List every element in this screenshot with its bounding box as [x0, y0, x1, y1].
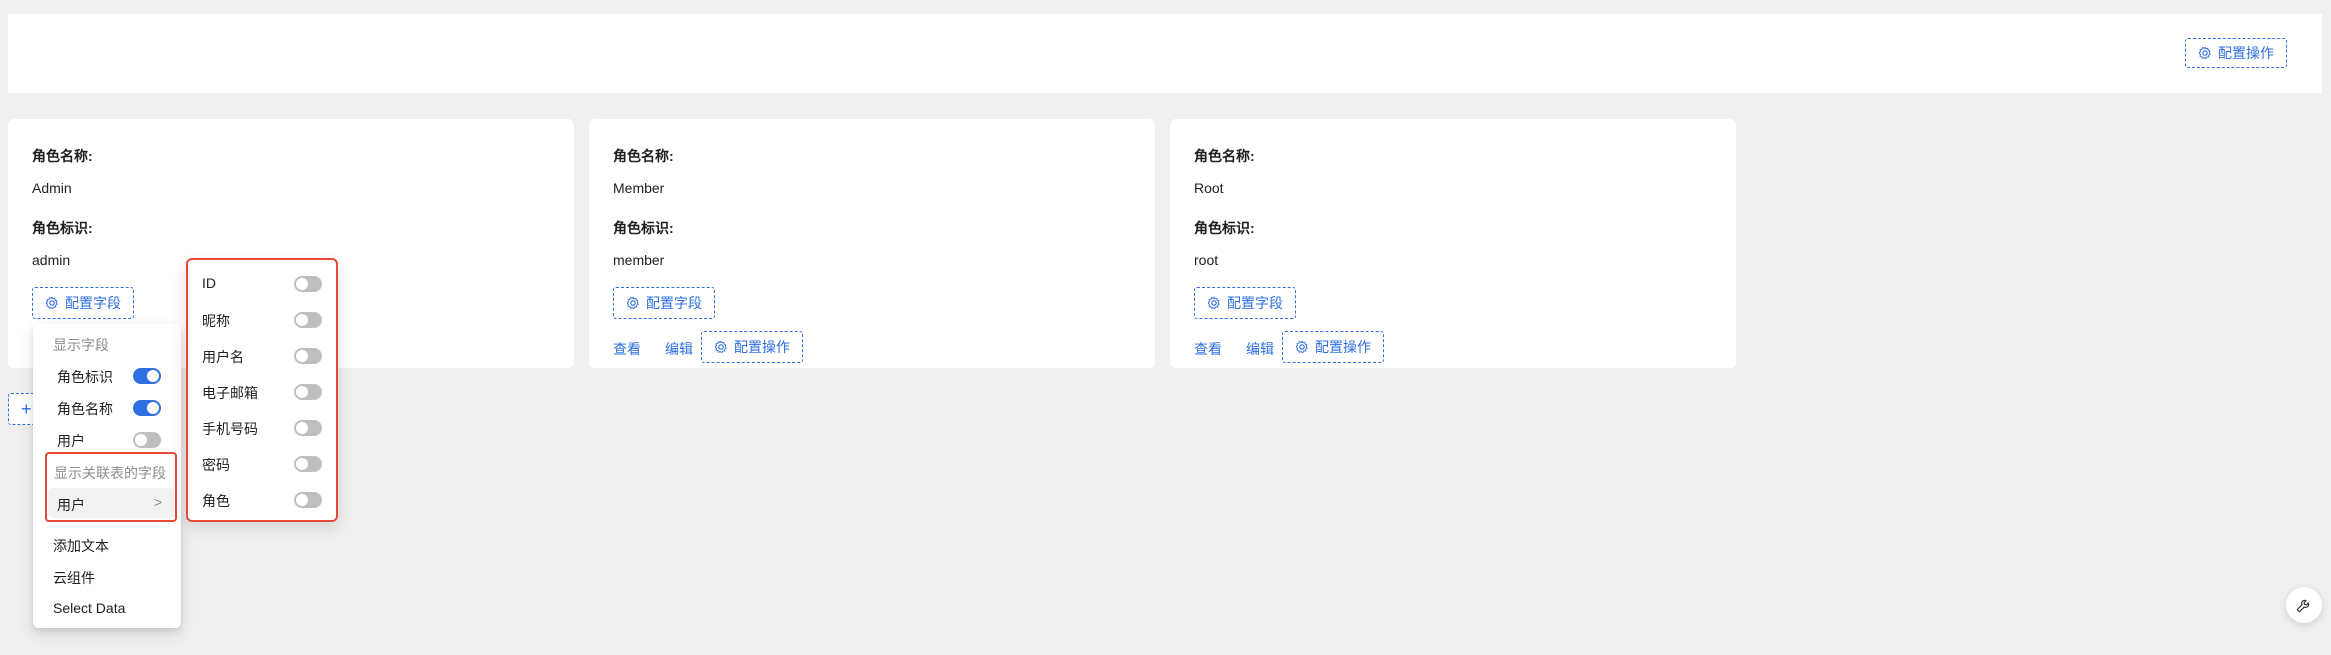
- role-id-value: root: [1194, 252, 1219, 268]
- related-user-fields-submenu: ID 昵称 用户名 电子邮箱 手机号码 密码 角色: [186, 258, 338, 522]
- wrench-icon: [2296, 599, 2310, 613]
- submenu-item-id[interactable]: ID: [202, 275, 216, 291]
- config-fields-label: 配置字段: [646, 295, 702, 311]
- related-fields-group-title: 显示关联表的字段: [54, 465, 166, 481]
- cloud-component-item[interactable]: 云组件: [53, 568, 95, 588]
- gear-icon: [45, 296, 58, 310]
- role-id-label: 角色标识:: [613, 220, 674, 236]
- submenu-item-roles[interactable]: 角色: [202, 491, 230, 511]
- related-item-label: 用户: [57, 497, 85, 513]
- role-name-value: Root: [1194, 180, 1224, 196]
- config-actions-button[interactable]: 配置操作: [2185, 38, 2287, 68]
- settings-fab[interactable]: [2286, 587, 2322, 623]
- select-data-item[interactable]: Select Data: [53, 600, 125, 616]
- gear-icon: [714, 340, 727, 354]
- toggle-switch[interactable]: [133, 432, 161, 448]
- role-card-member: 角色名称: Member 角色标识: member 配置字段 查看 编辑 配置操…: [589, 119, 1155, 368]
- field-label: 角色标识: [57, 369, 113, 385]
- config-actions-button[interactable]: 配置操作: [1282, 331, 1384, 363]
- config-fields-label: 配置字段: [65, 295, 121, 311]
- role-id-value: member: [613, 252, 665, 268]
- toggle-switch[interactable]: [294, 384, 322, 400]
- toggle-switch[interactable]: [133, 400, 161, 416]
- toggle-switch[interactable]: [294, 348, 322, 364]
- edit-link[interactable]: 编辑: [1246, 339, 1274, 359]
- gear-icon: [1295, 340, 1308, 354]
- config-fields-button[interactable]: 配置字段: [613, 287, 715, 319]
- add-text-item[interactable]: 添加文本: [53, 536, 109, 556]
- edit-link[interactable]: 编辑: [665, 339, 693, 359]
- toggle-switch[interactable]: [133, 368, 161, 384]
- role-name-label: 角色名称:: [32, 148, 93, 164]
- role-name-label: 角色名称:: [1194, 148, 1255, 164]
- gear-icon: [626, 296, 639, 310]
- field-item-role-name[interactable]: 角色名称: [57, 399, 167, 419]
- toggle-switch[interactable]: [294, 492, 322, 508]
- config-fields-button[interactable]: 配置字段: [32, 287, 134, 319]
- role-name-label: 角色名称:: [613, 148, 674, 164]
- toggle-switch[interactable]: [294, 456, 322, 472]
- gear-icon: [2198, 46, 2211, 60]
- submenu-item-phone[interactable]: 手机号码: [202, 419, 258, 439]
- show-fields-group-title: 显示字段: [53, 337, 109, 353]
- toggle-switch[interactable]: [294, 276, 322, 292]
- config-fields-label: 配置字段: [1227, 295, 1283, 311]
- gear-icon: [1207, 296, 1220, 310]
- related-item-user[interactable]: 用户 >: [48, 488, 174, 518]
- submenu-item-email[interactable]: 电子邮箱: [202, 383, 258, 403]
- config-actions-label: 配置操作: [1315, 339, 1371, 355]
- role-card-root: 角色名称: Root 角色标识: root 配置字段 查看 编辑 配置操作: [1170, 119, 1736, 368]
- config-actions-button[interactable]: 配置操作: [701, 331, 803, 363]
- role-id-label: 角色标识:: [1194, 220, 1255, 236]
- field-item-user[interactable]: 用户: [57, 431, 167, 451]
- config-actions-label: 配置操作: [2218, 45, 2274, 61]
- role-name-value: Admin: [32, 180, 72, 196]
- field-item-role-id[interactable]: 角色标识: [57, 367, 167, 387]
- role-id-label: 角色标识:: [32, 220, 93, 236]
- role-id-value: admin: [32, 252, 71, 268]
- chevron-right-icon: >: [153, 494, 162, 510]
- config-actions-label: 配置操作: [734, 339, 790, 355]
- submenu-item-password[interactable]: 密码: [202, 455, 230, 475]
- role-name-value: Member: [613, 180, 665, 196]
- config-fields-button[interactable]: 配置字段: [1194, 287, 1296, 319]
- top-toolbar: 配置操作: [8, 14, 2322, 93]
- field-label: 角色名称: [57, 401, 113, 417]
- toggle-switch[interactable]: [294, 420, 322, 436]
- view-link[interactable]: 查看: [613, 339, 641, 359]
- submenu-item-username[interactable]: 用户名: [202, 347, 244, 367]
- view-link[interactable]: 查看: [1194, 339, 1222, 359]
- config-fields-menu: 显示字段 角色标识 角色名称 用户 显示关联表的字段 用户 > 添加文本 云组件…: [33, 324, 181, 628]
- toggle-switch[interactable]: [294, 312, 322, 328]
- field-label: 用户: [57, 433, 85, 449]
- submenu-item-nickname[interactable]: 昵称: [202, 311, 230, 331]
